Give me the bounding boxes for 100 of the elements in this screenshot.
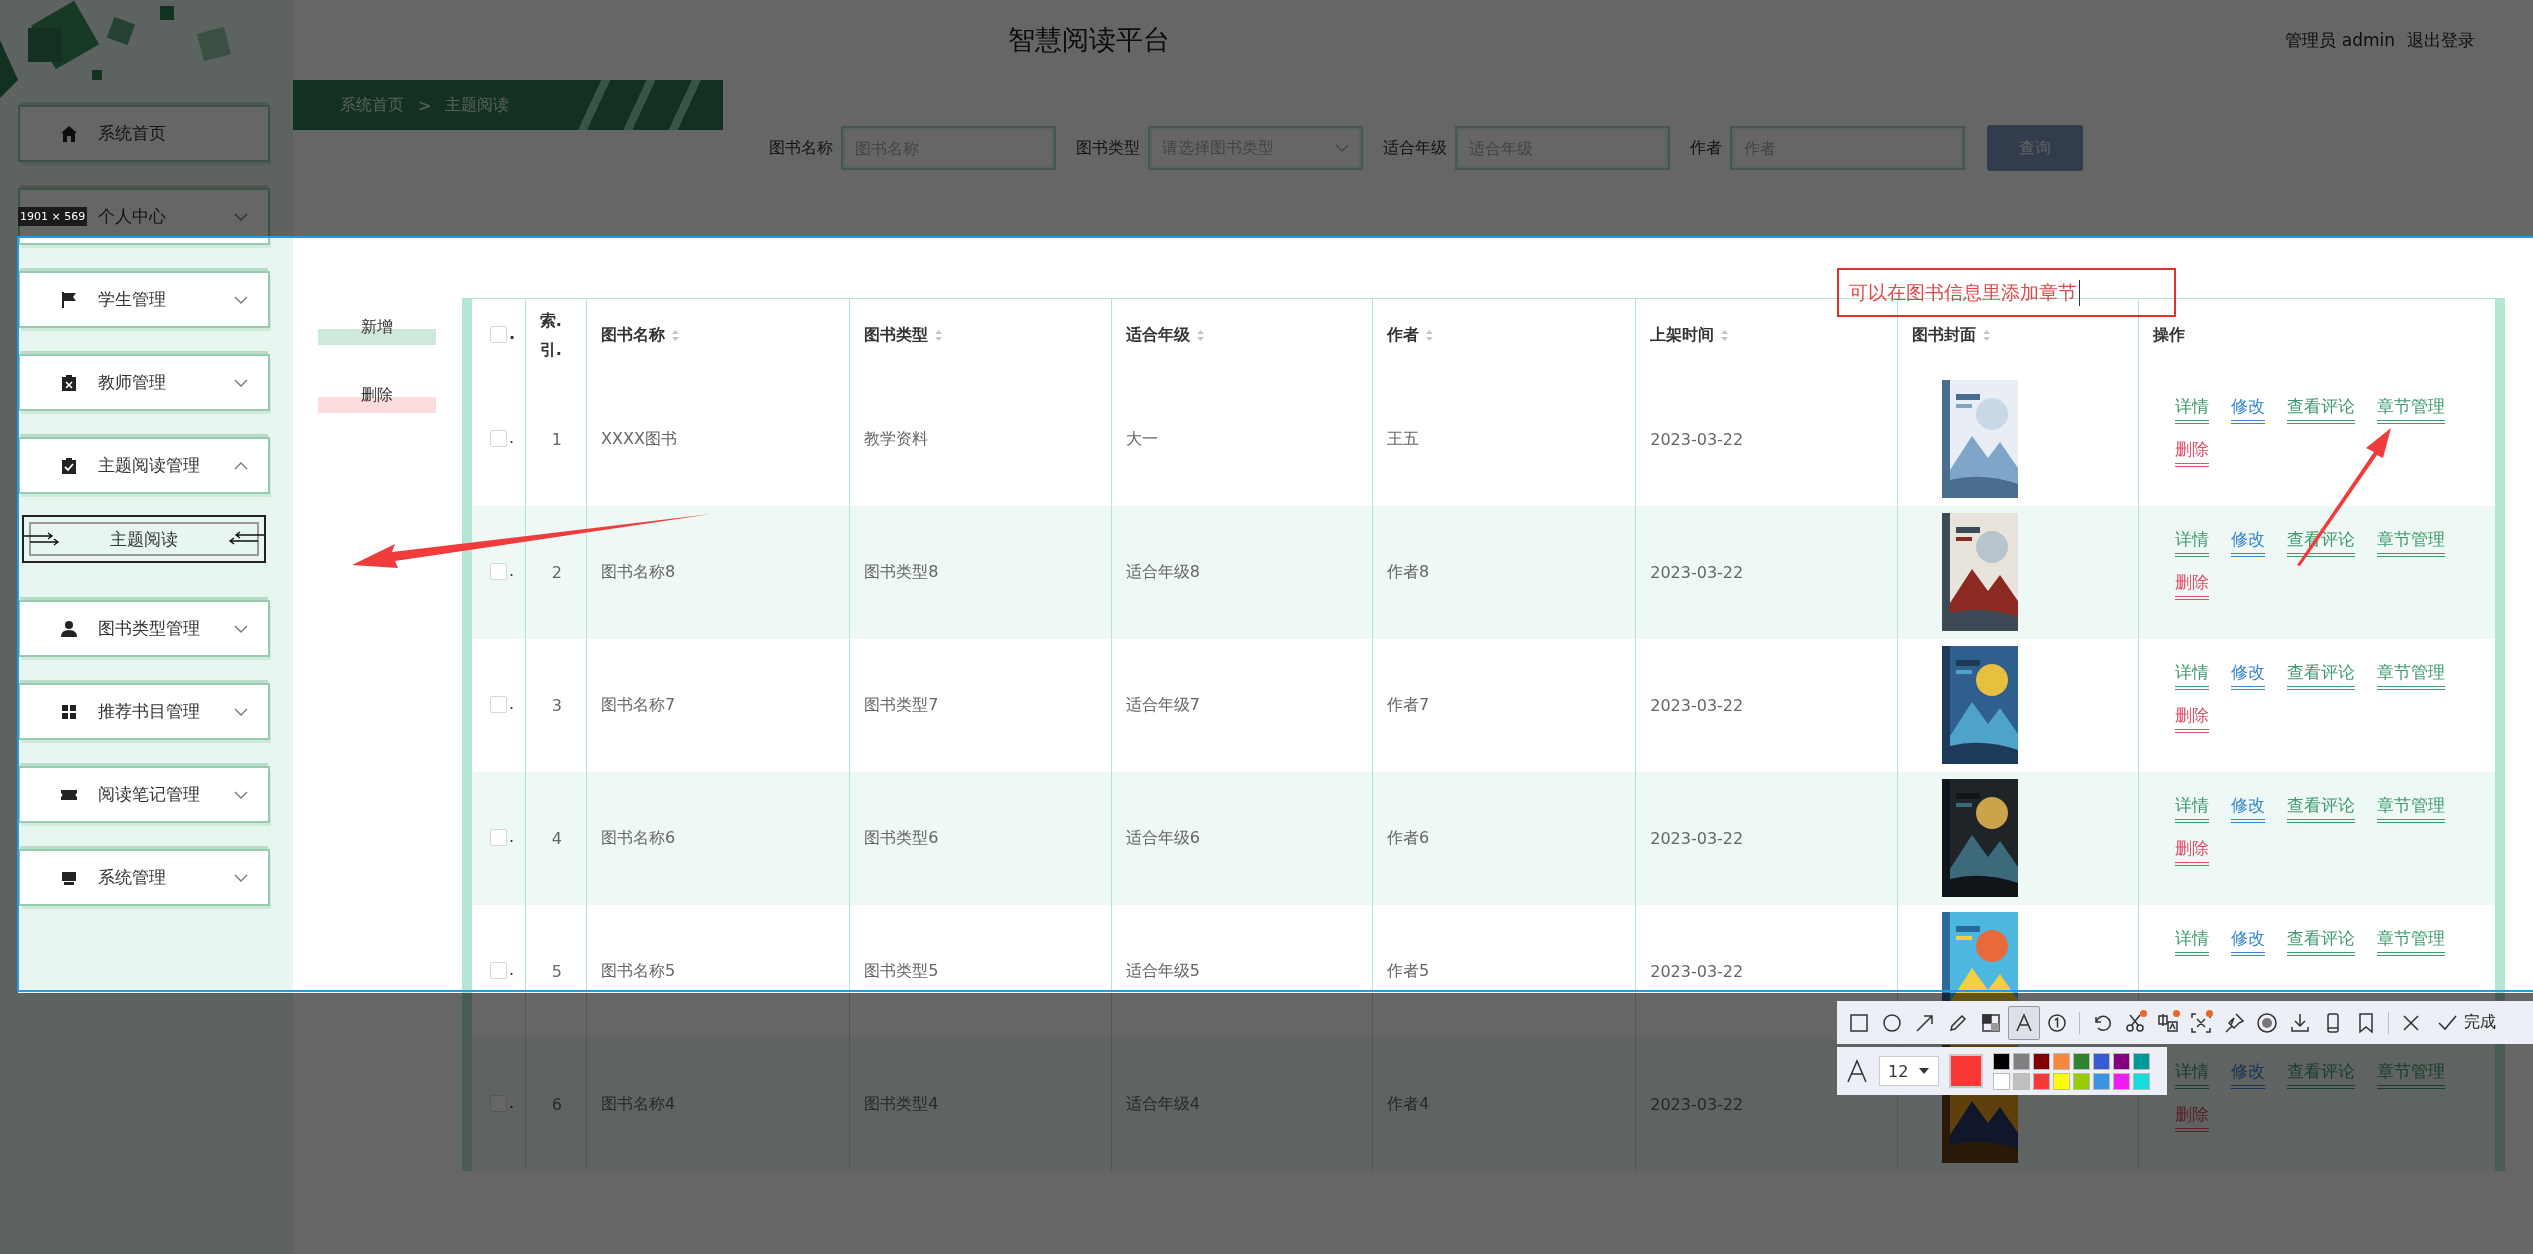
checkbox-dot: . <box>509 826 515 846</box>
checkbox-dot: . <box>509 427 515 447</box>
color-swatch[interactable] <box>2113 1072 2130 1090</box>
row-checkbox[interactable] <box>490 562 507 580</box>
checkbox-dot: . <box>509 959 515 979</box>
action-link[interactable]: 查看评论 <box>2286 926 2355 956</box>
done-button[interactable]: 完成 <box>2428 1011 2496 1034</box>
table-cell: 适合年级6 <box>1125 827 1200 847</box>
table-cell: 4 <box>551 828 562 848</box>
action-link[interactable]: 详情 <box>2174 1059 2209 1089</box>
action-link[interactable]: 章节管理 <box>2376 1059 2445 1089</box>
color-swatch[interactable] <box>1993 1052 2010 1070</box>
color-swatch[interactable] <box>2133 1072 2150 1090</box>
color-swatch[interactable] <box>2053 1052 2070 1070</box>
action-link[interactable]: 查看评论 <box>2286 394 2355 424</box>
action-link[interactable]: 详情 <box>2174 527 2209 557</box>
table-cell: 图书名称8 <box>601 561 676 581</box>
action-link[interactable]: 删除 <box>2174 1102 2209 1132</box>
color-swatch[interactable] <box>2033 1072 2050 1090</box>
color-swatch[interactable] <box>2033 1052 2050 1070</box>
breadcrumb-link[interactable]: 系统首页 <box>340 94 404 116</box>
menu-item[interactable]: 推荐书目管理 <box>18 683 270 740</box>
menu-item[interactable]: 主题阅读管理 <box>18 437 270 494</box>
color-swatch[interactable] <box>2093 1052 2110 1070</box>
action-link[interactable]: 修改 <box>2230 926 2265 956</box>
grid-icon <box>60 702 78 721</box>
table-cell: 2 <box>551 562 562 582</box>
size-tooltip: 1901 × 569 <box>18 207 88 226</box>
menu-item[interactable]: 教师管理 <box>18 354 270 411</box>
table-cell: XXXX图书 <box>601 428 677 448</box>
app-title: 智慧阅读平台 <box>1008 23 1170 57</box>
column-header[interactable]: 上架时间 <box>1650 325 1730 347</box>
action-link[interactable]: 删除 <box>2174 703 2209 733</box>
menu-item[interactable]: 系统首页 <box>18 105 270 162</box>
field-label: 作者 <box>1690 137 1722 159</box>
column-header: 操作 <box>2152 325 2185 347</box>
table-cell: 2023-03-22 <box>1650 429 1744 449</box>
action-link[interactable]: 查看评论 <box>2286 793 2355 823</box>
action-link[interactable]: 查看评论 <box>2286 1059 2355 1089</box>
color-swatch[interactable] <box>2093 1072 2110 1090</box>
action-link[interactable]: 删除 <box>2174 836 2209 866</box>
action-link[interactable]: 详情 <box>2174 660 2209 690</box>
logout-link[interactable]: 退出登录 <box>2407 28 2475 52</box>
menu-item[interactable]: 系统管理 <box>18 849 270 906</box>
row-checkbox[interactable] <box>490 429 507 447</box>
action-link[interactable]: 章节管理 <box>2376 926 2445 956</box>
column-header[interactable]: 图书名称 <box>601 325 681 347</box>
breadcrumb-link[interactable]: 主题阅读 <box>445 94 510 116</box>
color-swatch[interactable] <box>2133 1052 2150 1070</box>
action-link[interactable]: 章节管理 <box>2376 394 2445 424</box>
action-link[interactable]: 修改 <box>2230 527 2265 557</box>
action-link[interactable]: 修改 <box>2230 1059 2265 1089</box>
column-header[interactable]: 图书类型 <box>864 325 944 347</box>
table-cell: 图书名称7 <box>601 694 676 714</box>
menu-item[interactable]: 阅读笔记管理 <box>18 766 270 823</box>
menu-item[interactable]: 图书类型管理 <box>18 600 270 657</box>
color-swatch[interactable] <box>2073 1052 2090 1070</box>
table-cell: 作者7 <box>1386 694 1430 714</box>
row-checkbox[interactable] <box>490 695 507 713</box>
color-swatch[interactable] <box>1993 1072 2010 1090</box>
color-swatch[interactable] <box>2013 1052 2030 1070</box>
font-size-select[interactable]: 12 <box>1879 1056 1939 1086</box>
table-cell: 2023-03-22 <box>1650 1094 1744 1114</box>
annotation-text-box[interactable]: 可以在图书信息里添加章节 <box>1837 268 2176 317</box>
column-header[interactable]: 适合年级 <box>1125 325 1205 347</box>
chevron-down-icon <box>234 211 248 222</box>
table-cell: 2023-03-22 <box>1650 961 1744 981</box>
action-link[interactable]: 修改 <box>2230 660 2265 690</box>
action-link[interactable]: 修改 <box>2230 793 2265 823</box>
column-header[interactable]: 图书封面 <box>1912 325 1992 347</box>
clipboard-check-icon <box>60 456 78 475</box>
table-cell: 作者4 <box>1386 1093 1430 1113</box>
color-swatch[interactable] <box>2053 1072 2070 1090</box>
action-link[interactable]: 详情 <box>2174 394 2209 424</box>
table-cell: 图书名称5 <box>601 960 676 980</box>
action-link[interactable]: 章节管理 <box>2376 793 2445 823</box>
action-link[interactable]: 详情 <box>2174 926 2209 956</box>
select-all-checkbox[interactable] <box>490 326 507 344</box>
action-link[interactable]: 删除 <box>2174 437 2209 467</box>
text-tool-icon[interactable] <box>2008 1005 2040 1040</box>
color-swatch[interactable] <box>2113 1052 2130 1070</box>
table-cell: 6 <box>551 1094 562 1114</box>
action-link[interactable]: 查看评论 <box>2286 660 2355 690</box>
action-link[interactable]: 删除 <box>2174 570 2209 600</box>
row-checkbox[interactable] <box>490 828 507 846</box>
current-color-swatch[interactable] <box>1949 1054 1983 1088</box>
action-link[interactable]: 修改 <box>2230 394 2265 424</box>
column-header: 索.引. <box>539 309 563 361</box>
action-link[interactable]: 章节管理 <box>2376 660 2445 690</box>
color-swatch[interactable] <box>2073 1072 2090 1090</box>
table-cell: 2023-03-22 <box>1650 695 1744 715</box>
submenu-item[interactable]: 主题阅读 <box>22 515 266 563</box>
table-cell: 图书类型4 <box>864 1093 939 1113</box>
action-link[interactable]: 章节管理 <box>2376 527 2445 557</box>
menu-item[interactable]: 学生管理 <box>18 271 270 328</box>
row-checkbox[interactable] <box>490 961 507 979</box>
action-link[interactable]: 详情 <box>2174 793 2209 823</box>
column-header[interactable]: 作者 <box>1386 325 1434 347</box>
color-swatch[interactable] <box>2013 1072 2030 1090</box>
chevron-down-icon <box>234 377 248 388</box>
